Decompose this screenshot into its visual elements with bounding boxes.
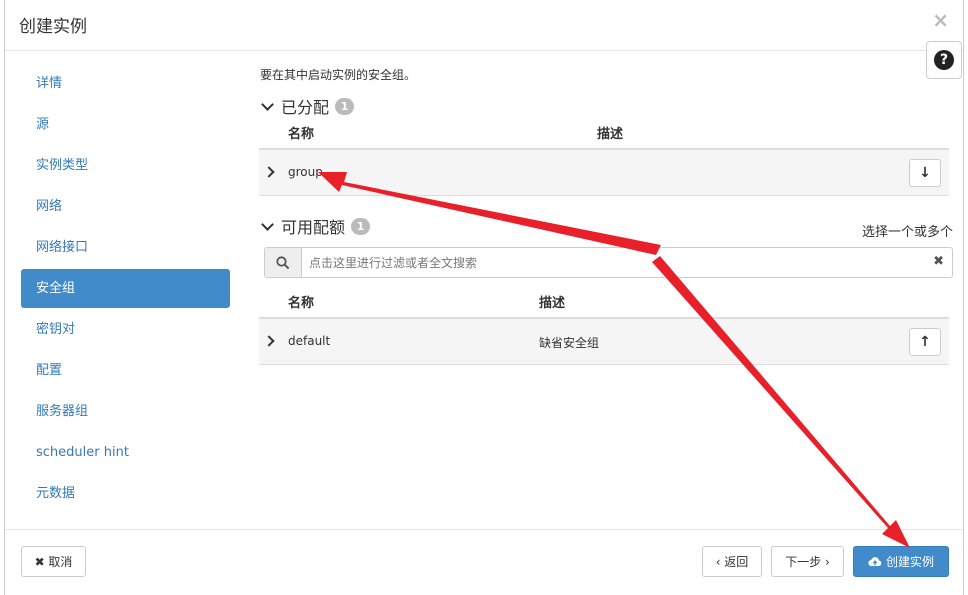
question-icon: ? bbox=[934, 50, 954, 70]
search-icon bbox=[265, 248, 302, 277]
select-hint: 选择一个或多个 bbox=[861, 225, 953, 240]
cancel-button[interactable]: ✖ 取消 bbox=[21, 546, 86, 577]
wizard-nav: 详情 源 实例类型 网络 网络接口 安全组 密钥对 配置 服务器组 schedu… bbox=[21, 64, 230, 515]
cloud-upload-icon bbox=[868, 557, 882, 567]
available-row-name: default bbox=[288, 334, 331, 348]
create-instance-button[interactable]: 创建实例 bbox=[853, 546, 949, 577]
available-table-row: default 缺省安全组 ↑ bbox=[259, 319, 949, 365]
allocated-col-desc: 描述 bbox=[597, 127, 624, 142]
modal-header: 创建实例 × bbox=[5, 0, 963, 51]
create-instance-modal: 创建实例 × 详情 源 实例类型 网络 网络接口 安全组 密钥对 配置 服务器组… bbox=[4, 0, 964, 595]
nav-item-details[interactable]: 详情 bbox=[21, 64, 230, 103]
nav-item-key-pair[interactable]: 密钥对 bbox=[21, 310, 230, 349]
available-row-desc: 缺省安全组 bbox=[539, 336, 600, 350]
available-col-name: 名称 bbox=[288, 296, 315, 311]
allocated-section-toggle[interactable]: 已分配 1 bbox=[259, 94, 355, 118]
back-button[interactable]: ‹ 返回 bbox=[702, 546, 762, 577]
create-instance-label: 创建实例 bbox=[885, 555, 934, 569]
available-col-desc: 描述 bbox=[539, 296, 566, 311]
modal-footer: ✖ 取消 ‹ 返回 下一步 › 创建实例 bbox=[5, 529, 963, 595]
available-count-badge: 1 bbox=[351, 217, 371, 235]
nav-item-security-groups[interactable]: 安全组 bbox=[21, 269, 230, 308]
nav-item-flavor[interactable]: 实例类型 bbox=[21, 146, 230, 185]
help-button[interactable]: ? bbox=[926, 41, 962, 79]
nav-item-source[interactable]: 源 bbox=[21, 105, 230, 144]
clear-icon[interactable]: ✖ bbox=[933, 254, 944, 269]
nav-item-server-groups[interactable]: 服务器组 bbox=[21, 392, 230, 431]
filter-search-box: ✖ bbox=[264, 247, 953, 278]
nav-item-scheduler-hint[interactable]: scheduler hint bbox=[21, 433, 230, 472]
available-section-toggle[interactable]: 可用配额 1 bbox=[259, 214, 371, 238]
chevron-right-icon[interactable] bbox=[263, 166, 275, 178]
allocated-title: 已分配 bbox=[281, 98, 330, 117]
arrow-down-icon: ↓ bbox=[919, 165, 931, 181]
allocated-row-name: group bbox=[288, 165, 323, 179]
allocate-button[interactable]: ↑ bbox=[909, 328, 941, 356]
close-icon[interactable]: × bbox=[932, 8, 949, 32]
filter-search-input[interactable] bbox=[309, 253, 909, 272]
allocated-col-name: 名称 bbox=[288, 127, 315, 142]
next-button[interactable]: 下一步 › bbox=[771, 546, 844, 577]
chevron-right-icon[interactable] bbox=[263, 335, 275, 347]
intro-text: 要在其中启动实例的安全组。 bbox=[260, 68, 417, 82]
nav-item-networks[interactable]: 网络 bbox=[21, 187, 230, 226]
nav-item-configuration[interactable]: 配置 bbox=[21, 351, 230, 390]
allocated-table-row: group ↓ bbox=[259, 150, 949, 196]
modal-title: 创建实例 bbox=[19, 17, 87, 37]
chevron-down-icon bbox=[261, 217, 274, 231]
allocated-count-badge: 1 bbox=[335, 97, 355, 115]
nav-item-network-ports[interactable]: 网络接口 bbox=[21, 228, 230, 267]
deallocate-button[interactable]: ↓ bbox=[909, 159, 941, 187]
arrow-up-icon: ↑ bbox=[919, 334, 931, 350]
nav-item-metadata[interactable]: 元数据 bbox=[21, 474, 230, 513]
chevron-down-icon bbox=[261, 97, 274, 111]
available-title: 可用配额 bbox=[281, 218, 346, 237]
